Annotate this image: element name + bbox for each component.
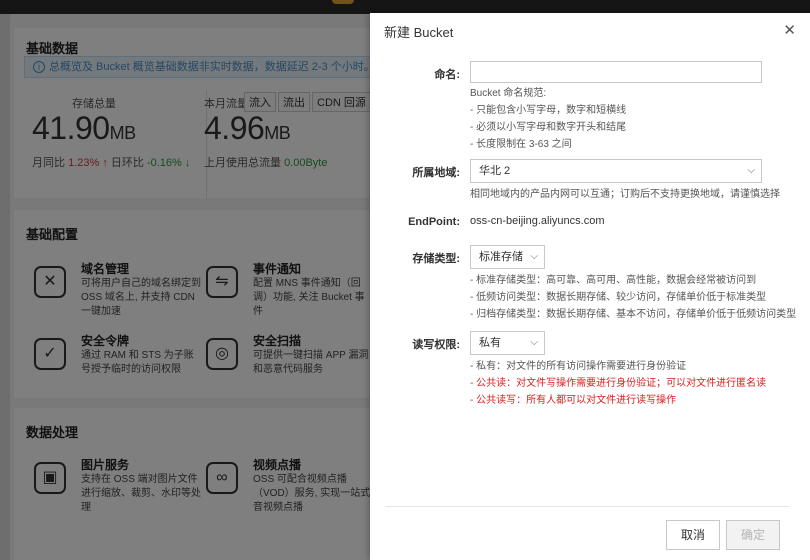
chevron-down-icon: ⌵ — [530, 337, 538, 348]
name-rule: - 只能包含小写字母，数字和短横线 — [470, 105, 627, 116]
drawer-title: 新建 Bucket — [384, 25, 454, 40]
region-select[interactable]: 华北 2 ⌵ — [470, 159, 762, 183]
chevron-down-icon: ⌵ — [747, 165, 755, 176]
region-help: 相同地域内的产品内网可以互通；订购后不支持更换地域，请谨慎选择 — [470, 189, 780, 200]
endpoint-label: EndPoint: — [408, 216, 460, 228]
storage-help-line: - 低频访问类型：数据长期存储、较少访问，存储单价低于标准类型 — [470, 292, 767, 303]
acl-help: - 私有：对文件的所有访问操作需要进行身份验证 - 公共读：对文件写操作需要进行… — [470, 358, 766, 409]
footer-divider — [385, 506, 789, 507]
chevron-down-icon: ⌵ — [530, 251, 538, 262]
acl-warning-line: - 公共读：对文件写操作需要进行身份验证；可以对文件进行匿名读 — [470, 378, 767, 389]
name-rules: Bucket 命名规范: - 只能包含小写字母，数字和短横线 - 必须以小写字母… — [470, 85, 626, 153]
storage-type-label: 存储类型: — [412, 253, 460, 265]
confirm-button[interactable]: 确定 — [726, 520, 780, 550]
storage-help-line: - 标准存储类型：高可靠、高可用、高性能，数据会经常被访问到 — [470, 275, 757, 286]
storage-type-value: 标准存储 — [479, 251, 523, 263]
region-label: 所属地域: — [412, 167, 460, 179]
name-label: 命名: — [434, 69, 460, 81]
name-rule: - 必须以小写字母和数字开头和结尾 — [470, 122, 627, 133]
storage-help-line: - 归档存储类型：数据长期存储、基本不访问，存储单价低于低频访问类型 — [470, 309, 797, 320]
storage-type-select[interactable]: 标准存储 ⌵ — [470, 245, 545, 269]
acl-help-line: - 私有：对文件的所有访问操作需要进行身份验证 — [470, 361, 687, 372]
close-icon[interactable]: ✕ — [783, 21, 796, 39]
storage-type-help: - 标准存储类型：高可靠、高可用、高性能，数据会经常被访问到 - 低频访问类型：… — [470, 272, 796, 323]
acl-select[interactable]: 私有 ⌵ — [470, 331, 545, 355]
name-rule: Bucket 命名规范: — [470, 88, 547, 99]
acl-warning-line: - 公共读写：所有人都可以对文件进行读写操作 — [470, 395, 677, 406]
acl-value: 私有 — [479, 337, 501, 349]
drawer-header: 新建 Bucket ✕ — [370, 13, 810, 47]
bucket-name-input[interactable] — [470, 61, 762, 83]
acl-label: 读写权限: — [412, 339, 460, 351]
region-value: 华北 2 — [479, 165, 511, 177]
name-rule: - 长度限制在 3-63 之间 — [470, 139, 572, 150]
cancel-button[interactable]: 取消 — [666, 520, 720, 550]
endpoint-value: oss-cn-beijing.aliyuncs.com — [470, 215, 605, 227]
